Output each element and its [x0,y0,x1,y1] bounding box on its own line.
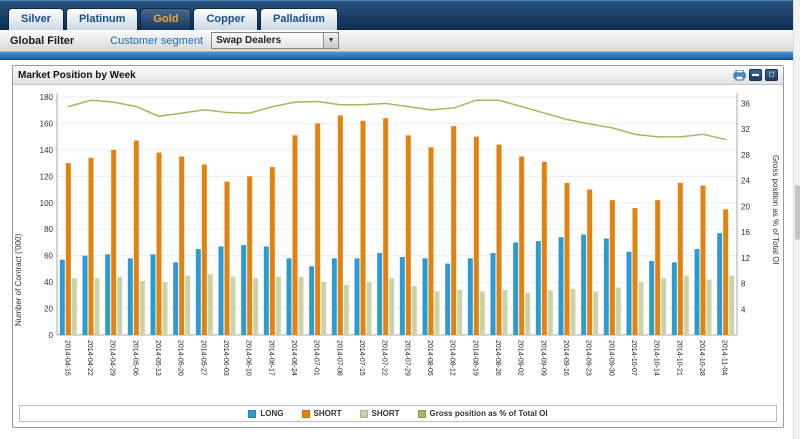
svg-text:2014-07-15: 2014-07-15 [358,340,365,376]
legend-label: SHORT [314,409,342,418]
svg-text:2014-07-01: 2014-07-01 [313,340,320,376]
svg-text:40: 40 [44,278,53,287]
left-axis-title: Number of Contract ('000) [14,87,27,403]
scrollbar-thumb[interactable] [795,185,800,240]
global-filter-bar: Global Filter Customer segment Swap Deal… [0,30,800,52]
svg-text:8: 8 [741,280,746,289]
svg-text:0: 0 [49,331,54,340]
svg-text:60: 60 [44,252,53,261]
global-filter-title: Global Filter [10,35,74,47]
svg-text:2014-06-10: 2014-06-10 [245,340,252,376]
tab-platinum[interactable]: Platinum [66,8,138,30]
legend-swatch [302,410,310,418]
svg-text:12: 12 [741,254,750,263]
svg-text:2014-05-13: 2014-05-13 [154,340,161,376]
svg-text:100: 100 [40,199,54,208]
legend-label: SHORT [372,409,400,418]
svg-text:36: 36 [741,99,750,108]
scrollbar[interactable] [793,0,800,439]
maximize-icon[interactable]: ◻ [765,69,778,81]
svg-text:2014-09-23: 2014-09-23 [585,340,592,376]
svg-text:2014-07-22: 2014-07-22 [381,340,388,376]
svg-text:2014-09-09: 2014-09-09 [539,340,546,376]
svg-text:32: 32 [741,125,750,134]
legend-label: Gross position as % of Total OI [430,409,548,418]
svg-text:2014-10-21: 2014-10-21 [675,340,682,376]
svg-text:2014-08-26: 2014-08-26 [494,340,501,376]
svg-text:160: 160 [40,119,54,128]
chart-legend: LONG SHORT SHORT Gross position as % of Tot… [19,405,777,422]
legend-swatch [248,410,256,418]
tab-copper[interactable]: Copper [193,8,258,30]
legend-swatch [418,410,426,418]
svg-text:2014-08-12: 2014-08-12 [449,340,456,376]
svg-text:28: 28 [741,151,750,160]
customer-segment-dropdown[interactable]: Swap Dealers ▼ [211,32,339,49]
svg-text:20: 20 [44,305,53,314]
svg-text:2014-06-17: 2014-06-17 [267,340,274,376]
print-icon[interactable] [732,69,746,81]
customer-segment-value: Swap Dealers [212,35,323,46]
svg-text:2014-06-03: 2014-06-03 [222,340,229,376]
svg-text:2014-10-28: 2014-10-28 [698,340,705,376]
customer-segment-label: Customer segment [110,35,203,47]
svg-text:2014-04-15: 2014-04-15 [63,340,70,376]
tab-gold[interactable]: Gold [140,8,191,30]
tab-bar: SilverPlatinumGoldCopperPalladium [0,0,800,30]
svg-text:4: 4 [741,305,746,314]
svg-text:20: 20 [741,202,750,211]
legend-item: Gross position as % of Total OI [418,409,548,418]
svg-text:24: 24 [741,177,750,186]
legend-label: LONG [260,409,283,418]
svg-text:2014-09-30: 2014-09-30 [607,340,614,376]
svg-text:2014-06-24: 2014-06-24 [290,340,297,376]
svg-text:2014-09-16: 2014-09-16 [562,340,569,376]
minimize-icon[interactable]: ▬ [749,69,762,81]
svg-text:2014-04-22: 2014-04-22 [86,340,93,376]
svg-text:2014-11-04: 2014-11-04 [721,340,728,375]
svg-text:2014-04-29: 2014-04-29 [109,340,116,376]
svg-text:2014-07-29: 2014-07-29 [403,340,410,376]
legend-swatch [360,410,368,418]
chart-area: Number of Contract ('000) 0 20 40 60 80 100 12… [13,85,783,403]
right-axis-title: Gross position as % of Total OI [767,87,780,403]
panel-header: Market Position by Week ▬ ◻ [13,66,783,85]
svg-text:2014-10-14: 2014-10-14 [653,340,660,376]
svg-text:120: 120 [40,172,54,181]
accent-bar [0,52,800,60]
svg-text:2014-07-08: 2014-07-08 [335,340,342,376]
market-chart-svg[interactable]: 0 20 40 60 80 100 120 140 160 180 4 8 12 16 20 24 28 32 36… [27,87,767,403]
svg-text:80: 80 [44,225,53,234]
svg-text:2014-05-20: 2014-05-20 [177,340,184,376]
legend-item: LONG [248,409,283,418]
svg-text:2014-05-06: 2014-05-06 [131,340,138,376]
svg-text:140: 140 [40,146,54,155]
svg-text:2014-08-19: 2014-08-19 [471,340,478,376]
panel-window-buttons: ▬ ◻ [732,69,778,81]
svg-text:180: 180 [40,93,54,102]
svg-text:2014-10-07: 2014-10-07 [630,340,637,376]
tab-palladium[interactable]: Palladium [260,8,338,30]
svg-text:16: 16 [741,228,750,237]
legend-item: SHORT [360,409,400,418]
svg-text:2014-05-27: 2014-05-27 [199,340,206,376]
svg-text:2014-09-02: 2014-09-02 [517,340,524,376]
legend-item: SHORT [302,409,342,418]
chevron-down-icon[interactable]: ▼ [323,33,338,48]
panel-title: Market Position by Week [18,70,732,81]
market-position-panel: Market Position by Week ▬ ◻ Number of Co… [12,65,784,428]
tab-silver[interactable]: Silver [8,8,64,30]
svg-text:2014-08-05: 2014-08-05 [426,340,433,376]
